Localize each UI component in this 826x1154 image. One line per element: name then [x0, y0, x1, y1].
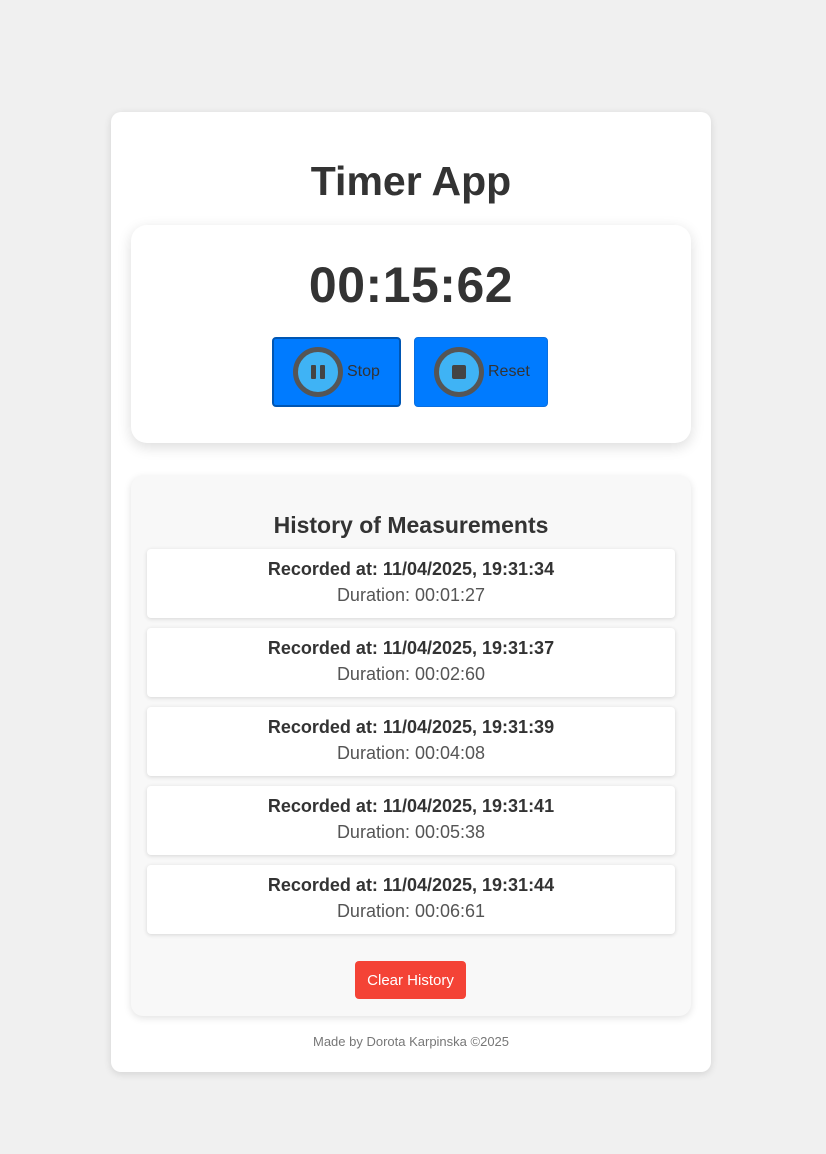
- history-item: Recorded at: 11/04/2025, 19:31:41 Durati…: [147, 786, 675, 855]
- history-recorded-at: Recorded at: 11/04/2025, 19:31:37: [267, 638, 555, 658]
- history-item: Recorded at: 11/04/2025, 19:31:44 Durati…: [147, 865, 675, 934]
- history-recorded-at: Recorded at: 11/04/2025, 19:31:34: [267, 559, 555, 579]
- app-card: Timer App 00:15:62 Stop Reset History of…: [111, 112, 711, 1072]
- footer-credit: Made by Dorota Karpinska ©2025: [312, 1034, 510, 1049]
- pause-icon: [293, 347, 343, 397]
- history-item: Recorded at: 11/04/2025, 19:31:37 Durati…: [147, 628, 675, 697]
- history-title: History of Measurements: [273, 512, 549, 538]
- history-recorded-at: Recorded at: 11/04/2025, 19:31:41: [267, 796, 555, 816]
- history-duration: Duration: 00:02:60: [336, 664, 486, 684]
- stop-icon: [434, 347, 484, 397]
- history-duration: Duration: 00:05:38: [336, 822, 486, 842]
- history-recorded-at: Recorded at: 11/04/2025, 19:31:44: [267, 875, 555, 895]
- history-duration: Duration: 00:04:08: [336, 743, 486, 763]
- history-duration: Duration: 00:01:27: [336, 585, 486, 605]
- page-title: Timer App: [310, 158, 512, 204]
- history-recorded-at: Recorded at: 11/04/2025, 19:31:39: [267, 717, 555, 737]
- history-item: Recorded at: 11/04/2025, 19:31:39 Durati…: [147, 707, 675, 776]
- stop-button[interactable]: Stop: [272, 337, 401, 407]
- reset-button-label: Reset: [488, 363, 530, 380]
- history-panel: History of Measurements Recorded at: 11/…: [131, 476, 691, 1016]
- timer-display: 00:15:62: [308, 257, 514, 313]
- history-duration: Duration: 00:06:61: [336, 901, 486, 921]
- reset-button[interactable]: Reset: [414, 337, 548, 407]
- clear-history-button[interactable]: Clear History: [355, 961, 466, 999]
- history-list: Recorded at: 11/04/2025, 19:31:34 Durati…: [147, 549, 675, 944]
- stop-button-label: Stop: [347, 363, 380, 380]
- timer-panel: 00:15:62 Stop Reset: [131, 225, 691, 443]
- history-item: Recorded at: 11/04/2025, 19:31:34 Durati…: [147, 549, 675, 618]
